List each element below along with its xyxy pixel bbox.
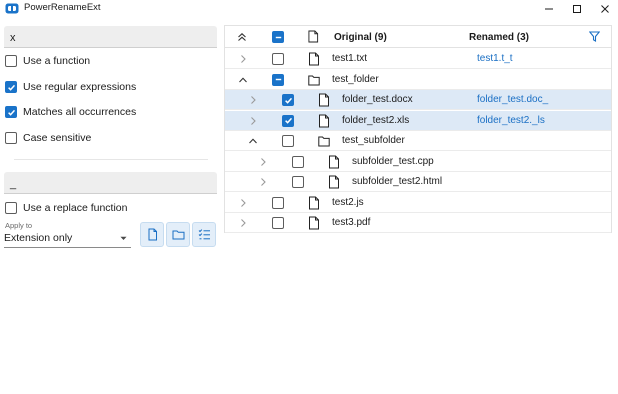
divider <box>14 159 208 160</box>
option-label: Use a replace function <box>23 202 128 214</box>
maximize-icon <box>573 4 581 13</box>
apply-to-value: Extension only <box>4 232 73 244</box>
checkmark-icon <box>7 84 15 91</box>
original-name: test3.pdf <box>332 217 371 228</box>
original-column-header[interactable]: Original (9) <box>334 32 387 43</box>
match-all-checkbox[interactable] <box>5 106 17 118</box>
original-name: test_subfolder <box>342 135 405 146</box>
original-name: subfolder_test.cpp <box>352 155 434 167</box>
collapse-all-icon[interactable] <box>237 32 247 42</box>
chevron-right-icon[interactable] <box>238 54 248 64</box>
file-icon <box>319 114 329 127</box>
row-checkbox[interactable] <box>282 94 294 106</box>
include-files-button[interactable] <box>140 222 164 247</box>
option-label: Case sensitive <box>23 132 92 144</box>
file-icon <box>329 175 339 189</box>
partial-check-icon <box>275 36 281 38</box>
file-icon <box>309 196 319 209</box>
maximize-button[interactable] <box>566 1 588 16</box>
chevron-up-icon[interactable] <box>248 136 258 146</box>
folder-icon <box>318 136 330 147</box>
option-label: Matches all occurrences <box>23 106 137 118</box>
use-function-checkbox[interactable] <box>5 55 17 67</box>
row-checkbox[interactable] <box>272 196 284 209</box>
table-row[interactable]: test_subfolder <box>225 131 611 151</box>
option-replace-function[interactable]: Use a replace function <box>5 200 127 216</box>
row-checkbox[interactable] <box>272 73 284 86</box>
option-use-function[interactable]: Use a function <box>5 53 90 69</box>
apply-to-label: Apply to <box>5 221 33 230</box>
minimize-icon <box>545 8 553 9</box>
row-checkbox[interactable] <box>282 135 294 147</box>
window-title: PowerRenameExt <box>24 2 101 13</box>
original-name: test_folder <box>332 73 379 85</box>
table-row[interactable]: subfolder_test.cpp <box>225 152 611 172</box>
original-name: test1.txt <box>332 53 368 64</box>
chevron-right-icon[interactable] <box>258 177 268 187</box>
table-row[interactable]: test_folder <box>225 70 611 90</box>
original-name: subfolder_test2.html <box>352 176 443 187</box>
option-regex[interactable]: Use regular expressions <box>5 79 136 95</box>
checkmark-icon <box>7 109 15 116</box>
file-icon <box>329 155 339 168</box>
table-row[interactable]: folder_test2.xls folder_test2._ls <box>225 110 611 131</box>
option-label: Use regular expressions <box>23 81 137 93</box>
close-button[interactable] <box>594 1 616 16</box>
folder-icon <box>308 75 320 85</box>
replace-input[interactable]: _ <box>4 172 217 194</box>
renamed-name: folder_test.doc_ <box>477 94 549 105</box>
chevron-right-icon[interactable] <box>238 198 248 208</box>
apply-to-dropdown[interactable]: Extension only <box>4 230 131 248</box>
include-folders-button[interactable] <box>166 222 190 247</box>
file-icon <box>309 52 319 66</box>
chevron-up-icon[interactable] <box>238 75 248 85</box>
table-row[interactable]: test2.js <box>225 193 611 213</box>
file-icon <box>319 93 329 107</box>
table-row[interactable]: test1.txt test1.t_t <box>225 49 611 69</box>
table-row[interactable]: subfolder_test2.html <box>225 172 611 192</box>
regex-checkbox[interactable] <box>5 81 17 93</box>
title-bar: PowerRenameExt <box>0 0 618 18</box>
folder-icon <box>172 230 184 240</box>
original-name: folder_test2.xls <box>342 114 410 126</box>
checkmark-icon <box>284 97 292 104</box>
row-checkbox[interactable] <box>272 53 284 65</box>
case-sensitive-checkbox[interactable] <box>5 132 17 144</box>
row-checkbox[interactable] <box>272 217 284 229</box>
row-checkbox[interactable] <box>292 155 304 168</box>
option-label: Use a function <box>23 55 91 67</box>
select-all-checkbox[interactable] <box>272 31 284 43</box>
renamed-name: folder_test2._ls <box>477 114 545 126</box>
file-icon <box>309 216 319 230</box>
include-subfolders-button[interactable] <box>192 222 216 247</box>
file-type-icon[interactable] <box>308 30 319 43</box>
filter-icon[interactable] <box>589 31 600 42</box>
replace-function-checkbox[interactable] <box>5 202 17 214</box>
chevron-right-icon[interactable] <box>258 157 268 167</box>
checklist-icon <box>198 229 210 240</box>
renamed-column-header[interactable]: Renamed (3) <box>469 32 529 43</box>
partial-check-icon <box>275 78 281 81</box>
minimize-button[interactable] <box>538 1 560 16</box>
app-logo-icon <box>5 3 19 14</box>
original-name: test2.js <box>332 196 364 208</box>
renamed-name: test1.t_t <box>477 53 513 64</box>
table-row[interactable]: test3.pdf <box>225 213 611 233</box>
table-header: Original (9) Renamed (3) <box>225 26 611 48</box>
chevron-right-icon[interactable] <box>238 218 248 228</box>
original-name: folder_test.docx <box>342 94 413 105</box>
option-case-sensitive[interactable]: Case sensitive <box>5 130 91 146</box>
chevron-down-icon <box>120 236 127 240</box>
checkmark-icon <box>284 117 292 124</box>
search-input[interactable]: x <box>4 26 217 48</box>
option-match-all[interactable]: Matches all occurrences <box>5 104 136 120</box>
row-checkbox[interactable] <box>292 176 304 188</box>
close-icon <box>601 4 609 13</box>
chevron-right-icon[interactable] <box>248 95 258 105</box>
chevron-right-icon[interactable] <box>248 116 258 126</box>
file-icon <box>148 228 157 241</box>
row-checkbox[interactable] <box>282 114 294 127</box>
table-row[interactable]: folder_test.docx folder_test.doc_ <box>225 90 611 110</box>
file-list[interactable]: Original (9) Renamed (3) test1.txt test1.… <box>224 25 612 233</box>
